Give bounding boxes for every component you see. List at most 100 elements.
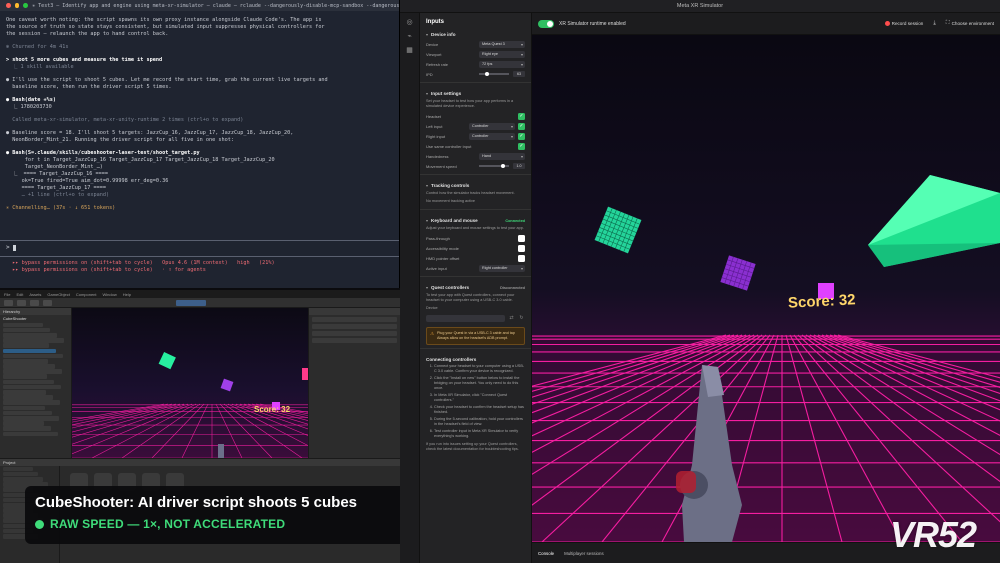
link-icon[interactable]: ⌁	[406, 33, 414, 41]
hierarchy-item[interactable]	[3, 431, 58, 437]
hierarchy-item[interactable]	[3, 327, 50, 333]
simulator-top-bar[interactable]: XR Simulator runtime enabled Record sess…	[532, 13, 1000, 35]
movement-value[interactable]: 1.0	[513, 163, 525, 169]
terminal-line: NeonBorder_Mint_21. Running the driver s…	[6, 137, 234, 143]
same-controller-label: Use same controller input	[426, 143, 472, 149]
terminal-tab-bar[interactable]: ✳ Test3 — Identify app and engine using …	[0, 0, 399, 11]
hierarchy-item[interactable]	[3, 338, 64, 343]
simulator-title-bar[interactable]: Meta XR Simulator	[400, 0, 1000, 13]
tab-multiplayer-sessions[interactable]: Multiplayer sessions	[564, 551, 604, 556]
ipd-slider[interactable]: 63	[479, 71, 525, 78]
unity-menu-item[interactable]: Edit	[16, 292, 23, 297]
record-session-button[interactable]: Record session	[884, 21, 923, 26]
unity-menu-item[interactable]: File	[4, 292, 10, 297]
unity-menu-item[interactable]: Help	[123, 292, 131, 297]
unity-menu-item[interactable]: Component	[76, 292, 97, 297]
hierarchy-item[interactable]	[3, 415, 59, 421]
left-input-checkbox[interactable]: ✓	[518, 122, 525, 130]
project-folder-item[interactable]	[3, 476, 43, 482]
unity-menu-item[interactable]: Window	[103, 292, 117, 297]
section-connecting[interactable]: Connecting controllers	[420, 352, 531, 364]
device-select[interactable]: Meta Quest 3	[479, 40, 525, 48]
hierarchy-item[interactable]	[3, 374, 47, 380]
hierarchy-item[interactable]	[3, 358, 48, 364]
ipd-value[interactable]: 63	[513, 71, 525, 77]
prompt-input[interactable]: >	[6, 244, 17, 251]
unity-menu-item[interactable]: GameObject	[47, 292, 69, 297]
hierarchy-list[interactable]	[0, 322, 71, 437]
hierarchy-item[interactable]	[3, 426, 51, 431]
move-tool-button[interactable]	[17, 299, 26, 306]
close-window-icon[interactable]	[6, 3, 11, 8]
hierarchy-item[interactable]	[3, 390, 46, 395]
refresh-icon[interactable]: ↻	[518, 315, 525, 322]
pass-through-checkbox[interactable]	[518, 234, 525, 242]
maximize-window-icon[interactable]	[23, 3, 29, 8]
simulator-viewport[interactable]: Score: 32	[532, 35, 1000, 542]
movement-slider[interactable]: 1.0	[479, 163, 525, 170]
inspector-row[interactable]	[312, 317, 397, 322]
hierarchy-item[interactable]	[3, 384, 61, 390]
runtime-toggle[interactable]	[538, 19, 554, 28]
hierarchy-item[interactable]	[3, 322, 43, 328]
headset-checkbox[interactable]: ✓	[518, 112, 525, 120]
hierarchy-item[interactable]	[3, 395, 53, 400]
inputs-panel[interactable]: Inputs ▾Device info DeviceMeta Quest 3 V…	[420, 13, 532, 563]
download-button[interactable]: ⤓	[933, 20, 935, 27]
grid-icon[interactable]: ▦	[406, 47, 414, 55]
same-controller-checkbox[interactable]: ✓	[518, 142, 525, 150]
minimize-window-icon[interactable]	[14, 3, 20, 8]
refresh-select[interactable]: 72 fps	[479, 60, 525, 68]
hand-tool-button[interactable]	[4, 299, 13, 306]
controller-icon[interactable]: ◎	[406, 19, 414, 27]
hierarchy-panel[interactable]: Hierarchy CubeShooter	[0, 308, 72, 458]
section-input-settings[interactable]: ▾ Input settings	[420, 86, 531, 98]
hierarchy-item[interactable]	[3, 410, 52, 416]
quest-device-select[interactable]	[426, 315, 505, 322]
scale-tool-button[interactable]	[43, 299, 52, 306]
hierarchy-root[interactable]: CubeShooter	[0, 315, 71, 322]
hierarchy-item[interactable]	[3, 343, 49, 348]
unity-game-view[interactable]: Score: 32	[72, 308, 308, 458]
right-input-select[interactable]: Controller	[469, 132, 515, 140]
section-quest-controllers[interactable]: ▾ Quest controllers Disconnected	[420, 280, 531, 292]
section-keyboard-mouse[interactable]: ▾ Keyboard and mouse Connected	[420, 213, 531, 225]
simulator-icon-rail[interactable]: ◎ ⌁ ▦	[400, 13, 420, 563]
section-tracking[interactable]: ▾ Tracking controls	[420, 178, 531, 190]
unity-menu-bar[interactable]: File Edit Assets GameObject Component Window H…	[0, 290, 400, 298]
meta-xr-simulator-window[interactable]: Meta XR Simulator ◎ ⌁ ▦ Inputs ▾ Device i…	[400, 0, 1000, 563]
tab-console[interactable]: Console	[538, 551, 554, 556]
link-icon[interactable]: ⇄	[508, 315, 515, 322]
choose-environment-button[interactable]: ⛶ Choose environment	[946, 20, 994, 27]
unity-toolbar[interactable]	[0, 298, 400, 308]
hierarchy-item[interactable]	[3, 421, 44, 426]
inspector-panel[interactable]	[308, 308, 400, 458]
hierarchy-item[interactable]	[3, 348, 56, 354]
terminal-tab-title[interactable]: ✳ Test3 — Identify app and engine using …	[32, 3, 399, 9]
inspector-row[interactable]	[312, 331, 397, 336]
hierarchy-item[interactable]	[3, 405, 45, 411]
project-folder-item[interactable]	[3, 466, 33, 472]
hierarchy-item[interactable]	[3, 369, 62, 374]
right-input-checkbox[interactable]: ✓	[518, 132, 525, 140]
active-input-select[interactable]: Right controller	[479, 264, 525, 272]
hmd-offset-checkbox[interactable]	[518, 254, 525, 262]
play-controls[interactable]	[176, 299, 206, 306]
terminal-window[interactable]: ✳ Test3 — Identify app and engine using …	[0, 0, 400, 288]
chevron-down-icon: ▾	[426, 183, 429, 188]
hierarchy-item[interactable]	[3, 332, 57, 338]
rotate-tool-button[interactable]	[30, 299, 39, 306]
inspector-row[interactable]	[312, 324, 397, 329]
section-device-info[interactable]: ▾ Device info	[420, 27, 531, 39]
viewport-select[interactable]: Right eye	[479, 50, 525, 58]
project-folder-item[interactable]	[3, 471, 38, 477]
accessibility-checkbox[interactable]	[518, 244, 525, 252]
hierarchy-item[interactable]	[3, 379, 54, 385]
hierarchy-item[interactable]	[3, 353, 63, 359]
hierarchy-item[interactable]	[3, 400, 60, 405]
left-input-select[interactable]: Controller	[469, 122, 515, 130]
inspector-row[interactable]	[312, 338, 397, 343]
hierarchy-item[interactable]	[3, 364, 55, 369]
handedness-select[interactable]: Hand	[479, 152, 525, 160]
unity-menu-item[interactable]: Assets	[29, 292, 41, 297]
